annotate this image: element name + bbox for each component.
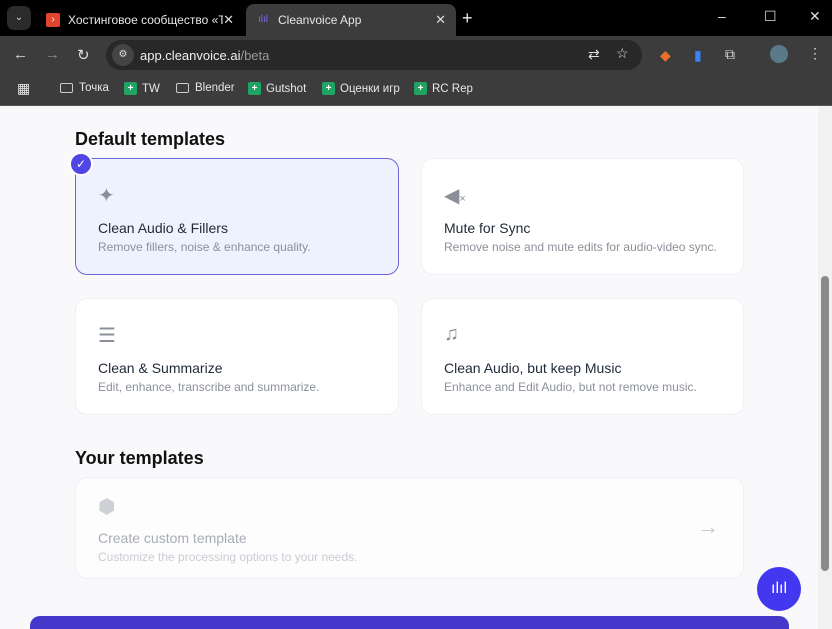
bookmark-label: RC Rep — [432, 82, 473, 95]
scrollbar[interactable] — [818, 106, 832, 629]
tab-hosting[interactable]: › Хостинговое сообщество «Tim ✕ — [36, 4, 244, 36]
default-templates-heading: Default templates — [75, 129, 226, 149]
folder-icon — [176, 83, 189, 93]
template-title: Create custom template — [98, 530, 247, 546]
minimize-button[interactable]: – — [718, 8, 726, 24]
close-tab-icon[interactable]: ✕ — [435, 12, 446, 28]
page-content: Default templates ✦ Clean Audio & Filler… — [0, 106, 818, 629]
template-title: Clean & Summarize — [98, 360, 223, 376]
selected-check-icon: ✓ — [69, 152, 93, 176]
folder-icon — [60, 83, 73, 93]
template-desc: Edit, enhance, transcribe and summarize. — [98, 380, 320, 394]
speaker-mute-icon: ◀× — [444, 185, 466, 207]
cubes-icon: ⬢ — [98, 496, 116, 518]
waveform-icon: ılıl — [258, 14, 268, 25]
browser-toolbar: ← → ↻ ⚙ app.cleanvoice.ai/beta ⇄ ☆ ◆ ▮ ⧉… — [0, 36, 832, 74]
extensions-icon[interactable]: ⧉ — [725, 46, 735, 63]
back-button[interactable]: ← — [13, 46, 28, 63]
sheets-icon: + — [124, 82, 137, 95]
music-note-icon: ♫ — [444, 323, 459, 345]
sheets-icon: + — [322, 82, 335, 95]
bookmark-gutshot[interactable]: + Gutshot — [248, 82, 306, 95]
bookmark-star-icon[interactable]: ☆ — [616, 45, 629, 62]
site-info-icon[interactable]: ⚙ — [112, 44, 134, 66]
bookmark-label: Оценки игр — [340, 82, 400, 95]
translate-icon[interactable]: ⇄ — [588, 46, 600, 63]
bookmark-tochka[interactable]: Точка — [60, 82, 109, 94]
url-host: app.cleanvoice.ai — [140, 48, 241, 63]
bookmark-blender[interactable]: Blender — [176, 82, 235, 94]
template-title: Mute for Sync — [444, 220, 531, 236]
apps-icon[interactable]: ▦ — [17, 80, 30, 97]
template-desc: Remove fillers, noise & enhance quality. — [98, 240, 311, 254]
chat-support-button[interactable]: ılıl — [757, 567, 801, 611]
list-icon: ☰ — [98, 325, 116, 347]
url-path: /beta — [240, 48, 270, 63]
metamask-extension-icon[interactable]: ◆ — [660, 47, 671, 64]
create-custom-template-card[interactable]: ⬢ Create custom template Customize the p… — [75, 477, 744, 579]
tab-cleanvoice[interactable]: ılıl Cleanvoice App ✕ — [246, 4, 456, 36]
bitwarden-extension-icon[interactable]: ▮ — [694, 47, 702, 64]
menu-icon[interactable]: ⋮ — [808, 45, 822, 62]
template-title: Clean Audio & Fillers — [98, 220, 228, 236]
template-mute-for-sync[interactable]: ◀× Mute for Sync Remove noise and mute e… — [421, 158, 744, 275]
template-title: Clean Audio, but keep Music — [444, 360, 622, 376]
your-templates-heading: Your templates — [75, 448, 204, 468]
primary-action-bar[interactable] — [30, 616, 789, 629]
favicon-icon: › — [46, 13, 60, 27]
close-window-button[interactable]: ✕ — [809, 8, 821, 25]
bookmark-ocenki[interactable]: + Оценки игр — [322, 82, 400, 95]
close-tab-icon[interactable]: ✕ — [223, 12, 234, 28]
bookmark-label: Gutshot — [266, 82, 307, 95]
template-desc: Customize the processing options to your… — [98, 550, 358, 564]
template-keep-music[interactable]: ♫ Clean Audio, but keep Music Enhance an… — [421, 298, 744, 415]
template-desc: Enhance and Edit Audio, but not remove m… — [444, 380, 697, 394]
bookmark-label: Blender — [195, 82, 235, 94]
sparkles-icon: ✦ — [98, 185, 115, 207]
sheets-icon: + — [248, 82, 261, 95]
template-clean-summarize[interactable]: ☰ Clean & Summarize Edit, enhance, trans… — [75, 298, 399, 415]
address-bar[interactable]: ⚙ app.cleanvoice.ai/beta ⇄ ☆ — [106, 40, 642, 70]
arrow-right-icon: → — [697, 514, 719, 539]
bookmarks-bar: ▦ Точка + TW Blender + Gutshot + Оценки игр… — [0, 74, 832, 106]
maximize-button[interactable]: ☐ — [764, 8, 777, 25]
tab-title: Cleanvoice App — [278, 13, 362, 27]
profile-avatar[interactable] — [770, 45, 788, 63]
reload-button[interactable]: ↻ — [77, 46, 90, 64]
forward-button[interactable]: → — [45, 46, 60, 63]
scrollbar-thumb[interactable] — [821, 276, 829, 571]
bookmark-tw[interactable]: + TW — [124, 82, 160, 95]
bookmark-label: Точка — [79, 82, 109, 94]
tab-search-button[interactable]: ⌄ — [7, 6, 31, 30]
template-desc: Remove noise and mute edits for audio-vi… — [444, 240, 717, 254]
tab-title: Хостинговое сообщество «Tim — [68, 13, 224, 27]
bookmark-label: TW — [142, 82, 160, 95]
sheets-icon: + — [414, 82, 427, 95]
new-tab-button[interactable]: + — [462, 8, 473, 29]
tab-strip: ⌄ › Хостинговое сообщество «Tim ✕ ılıl C… — [0, 0, 832, 36]
bookmark-rc-rep[interactable]: + RC Rep — [414, 82, 473, 95]
template-clean-audio-fillers[interactable]: ✦ Clean Audio & Fillers Remove fillers, … — [75, 158, 399, 275]
